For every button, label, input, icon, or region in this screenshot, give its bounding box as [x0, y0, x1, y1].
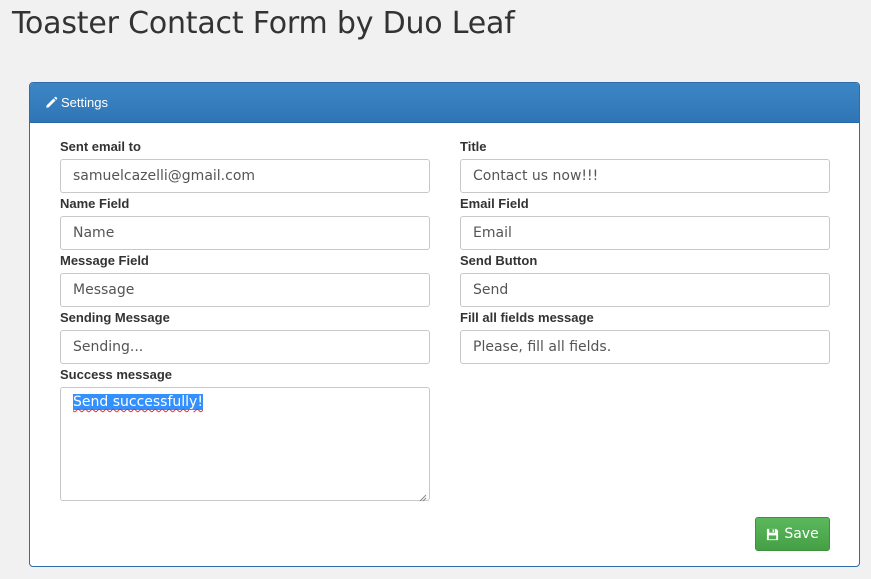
floppy-disk-icon — [766, 528, 779, 541]
fill-all-fields-input[interactable] — [460, 330, 830, 364]
sending-message-label: Sending Message — [60, 310, 170, 325]
fill-all-fields-label: Fill all fields message — [460, 310, 594, 325]
send-button-input[interactable] — [460, 273, 830, 307]
message-field-label: Message Field — [60, 253, 149, 268]
send-button-group: Send Button — [460, 253, 830, 307]
message-field-input[interactable] — [60, 273, 430, 307]
email-field-label: Email Field — [460, 196, 529, 211]
pencil-icon — [45, 96, 58, 109]
panel-heading-title: Settings — [61, 95, 108, 110]
success-message-label: Success message — [60, 367, 173, 382]
sent-email-to-label: Sent email to — [60, 139, 141, 154]
save-button[interactable]: Save — [755, 517, 830, 551]
sending-message-group: Sending Message — [60, 310, 430, 364]
sending-message-input[interactable] — [60, 330, 430, 364]
send-button-label: Send Button — [460, 253, 538, 268]
success-message-textarea[interactable]: Send successfully! — [60, 387, 430, 502]
name-field-label: Name Field — [60, 196, 130, 211]
panel-heading: Settings — [30, 83, 859, 123]
email-field-input[interactable] — [460, 216, 830, 250]
success-message-text: Send successfully! — [73, 394, 203, 410]
page-title: Toaster Contact Form by Duo Leaf — [12, 6, 515, 41]
title-label: Title — [460, 139, 487, 154]
title-group: Title — [460, 139, 830, 193]
settings-panel: Settings Sent email to Name Field Messag… — [29, 82, 860, 567]
email-field-group: Email Field — [460, 196, 830, 250]
fill-all-fields-group: Fill all fields message — [460, 310, 830, 364]
success-message-group: Success message Send successfully! — [60, 367, 430, 502]
sent-email-to-input[interactable] — [60, 159, 430, 193]
name-field-input[interactable] — [60, 216, 430, 250]
title-input[interactable] — [460, 159, 830, 193]
resize-grip-icon[interactable] — [419, 490, 427, 502]
message-field-group: Message Field — [60, 253, 430, 307]
sent-email-to-group: Sent email to — [60, 139, 430, 193]
name-field-group: Name Field — [60, 196, 430, 250]
save-button-label: Save — [784, 526, 819, 542]
